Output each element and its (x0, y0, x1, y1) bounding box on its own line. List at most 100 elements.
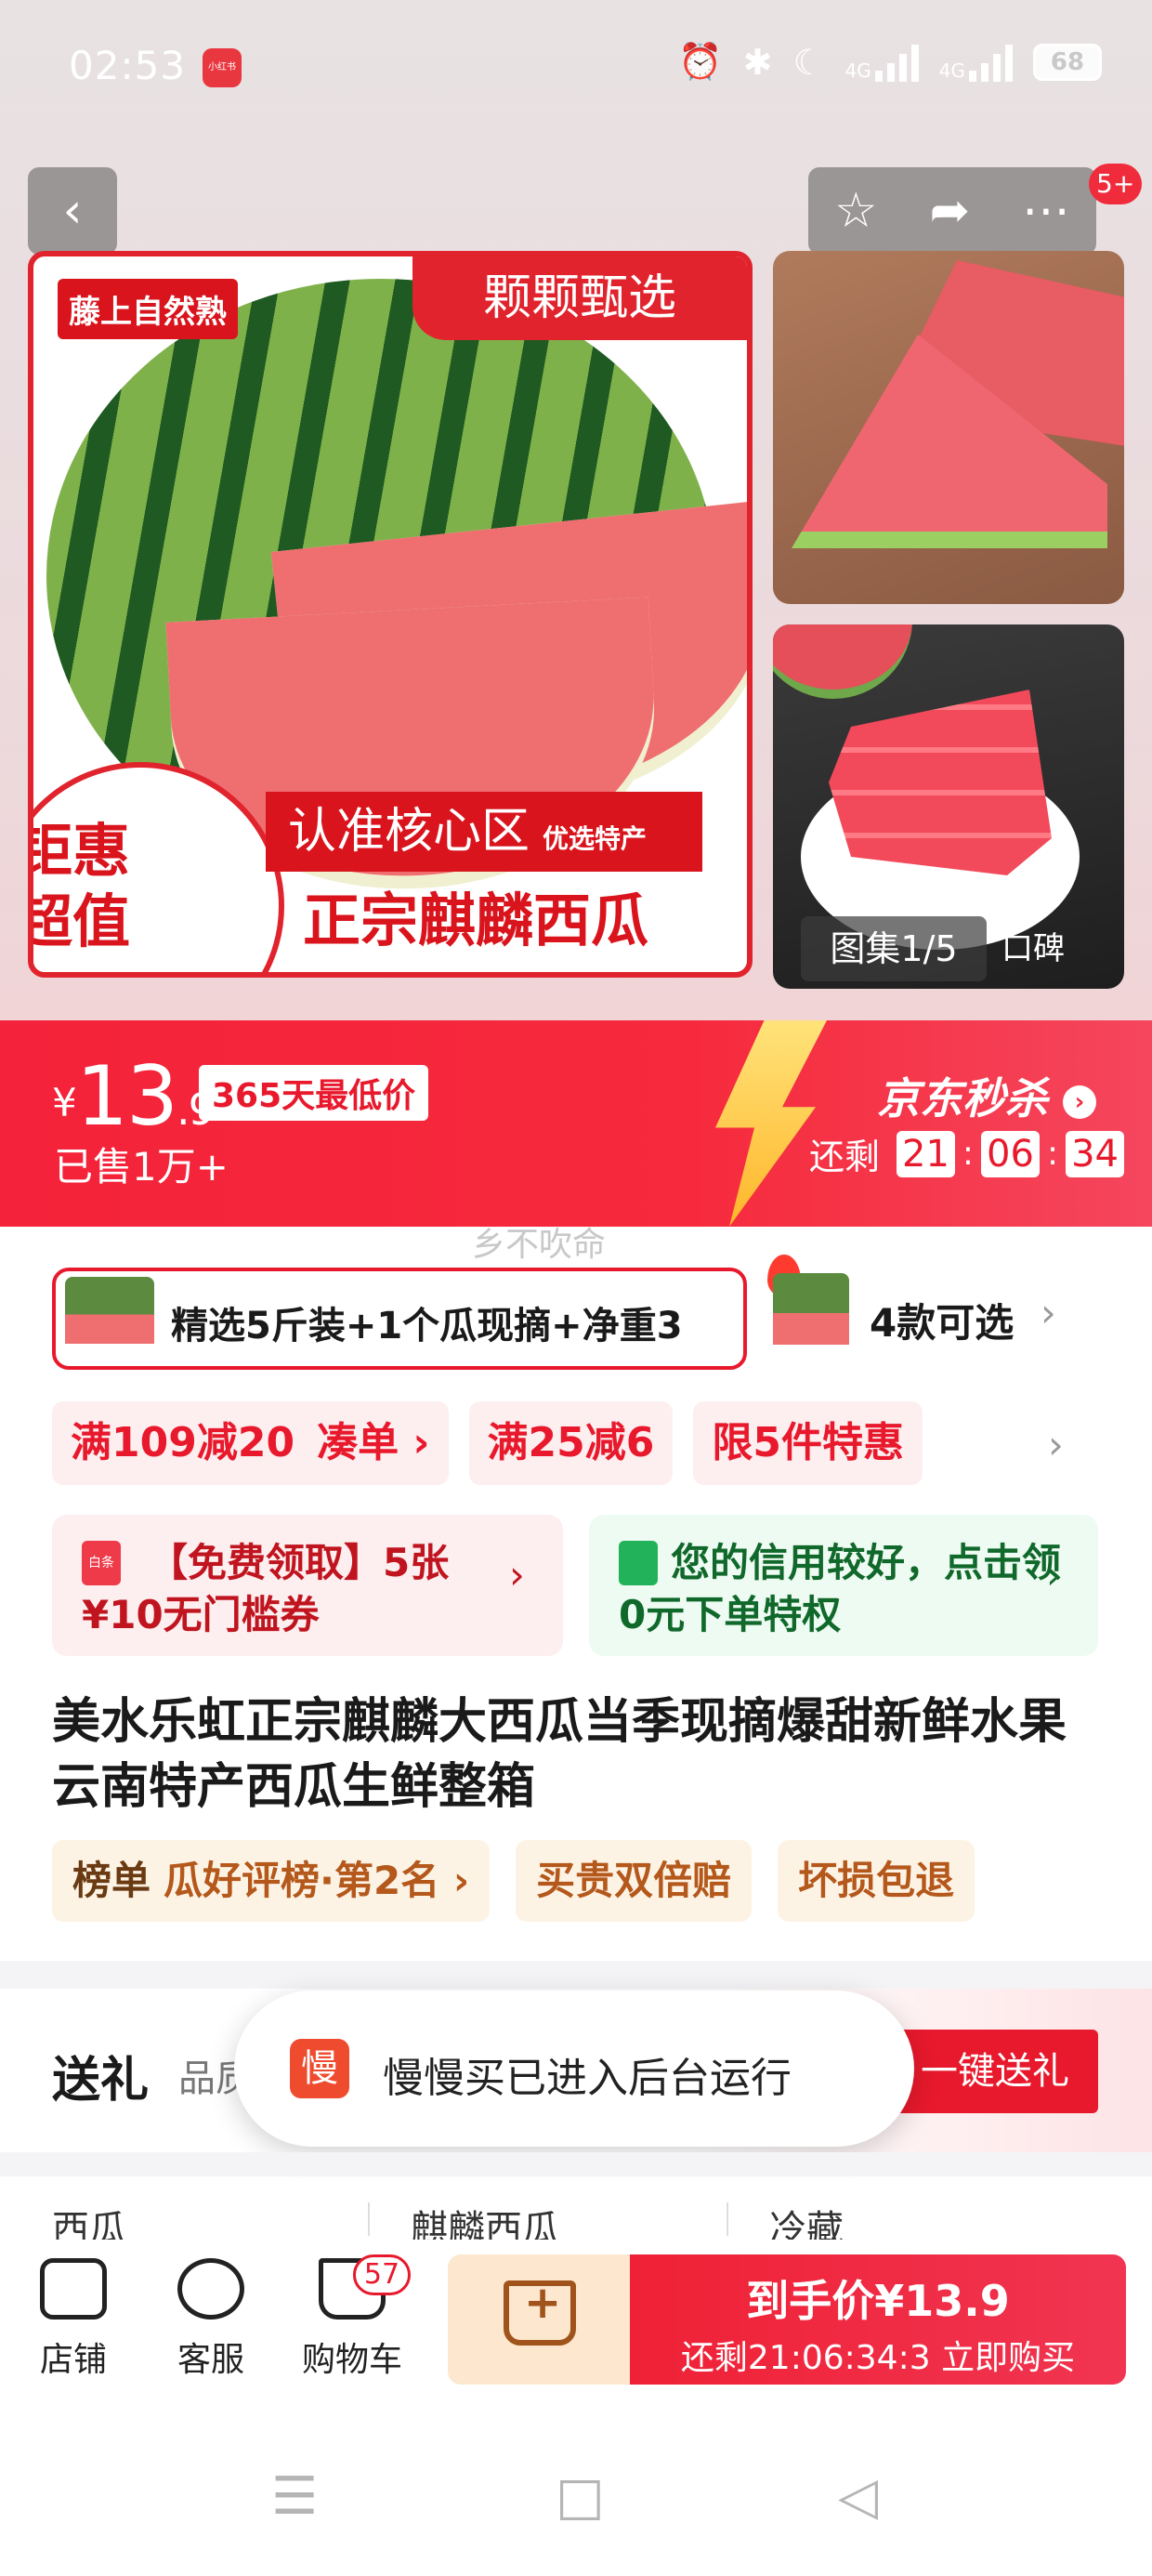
more-icon[interactable]: ⋯ (1022, 183, 1070, 239)
service-label: 客服 (177, 2341, 244, 2379)
shop-icon (40, 2258, 107, 2320)
flash-sale-label: 京东秒杀 (876, 1073, 1048, 1124)
countdown-seconds: 34 (1066, 1130, 1124, 1177)
credit-privilege-card[interactable]: 您的信用较好，点击领0元下单特权 › (589, 1515, 1098, 1656)
related-keyword[interactable]: 麒麟西瓜 (411, 2199, 559, 2245)
variant-selector[interactable]: 精选5斤装+1个瓜现摘+净重3 4款可选 › (0, 1255, 1152, 1375)
customer-service-button[interactable]: 客服 (151, 2258, 271, 2381)
image-bottom-banner: 钜惠 超值 认准核心区优选特产 正宗麒麟西瓜 (33, 740, 747, 972)
section-divider (0, 1961, 1152, 1989)
product-title: 美水乐虹正宗麒麟大西瓜当季现摘爆甜新鲜水果云南特产西瓜生鲜整箱 (52, 1694, 1067, 1815)
jd-flash-sale-link[interactable]: 京东秒杀 › (877, 1065, 1096, 1126)
strip-small: 优选特产 (543, 823, 648, 854)
add-cart-icon (504, 2277, 576, 2346)
flash-sale-price-banner: ¥ 13.9 365天最低价 已售1万+ 京东秒杀 › 还剩 21 : 06 :… (0, 1020, 1152, 1227)
variant-label: 精选5斤装+1个瓜现摘+净重3 (171, 1305, 683, 1347)
sold-count: 已售1万+ (54, 1144, 229, 1189)
strip-text: 认准核心区 (288, 804, 530, 860)
shop-button[interactable]: 店铺 (13, 2258, 134, 2381)
image-circle: 钜惠 超值 (33, 762, 284, 972)
promo-label: 满109减20 (71, 1419, 295, 1466)
guarantee-tag[interactable]: 坏损包退 (778, 1840, 975, 1922)
product-hero: 02:53 小红书 ⏰ ✱ ☾ 4G 4G 68 ‹ ☆ ➦ ⋯ 5+ 藤上自然… (0, 0, 1152, 1020)
favorite-star-icon[interactable]: ☆ (834, 183, 878, 239)
rank-prefix: 榜单 (72, 1858, 151, 1903)
image-strip: 认准核心区 优选特产 (266, 792, 702, 872)
promo-label: 满25减6 (487, 1419, 655, 1466)
watermark-text: 乡不吹命 (472, 1226, 607, 1264)
price: 13.9 (76, 1048, 216, 1144)
selected-variant-chip[interactable]: 精选5斤装+1个瓜现摘+净重3 (52, 1255, 801, 1370)
variant-thumbnail[interactable] (773, 1273, 849, 1362)
battery-icon: 68 (1033, 43, 1102, 81)
related-keyword[interactable]: 西瓜 (52, 2199, 126, 2245)
circle-line2: 超值 (33, 887, 131, 955)
toast-message: 慢慢买已进入后台运行 (383, 2055, 792, 2102)
chevron-right-icon[interactable]: › (1048, 1422, 1064, 1467)
image-corner-banner: 颗颗甄选 (412, 256, 747, 340)
chevron-right-icon: › (509, 1552, 525, 1597)
signal-icon: 4G (845, 43, 919, 82)
moon-icon: ☾ (792, 41, 825, 83)
share-icon[interactable]: ➦ (930, 183, 971, 239)
countdown-minutes: 06 (981, 1130, 1040, 1177)
credit-text: 您的信用较好，点击领0元下单特权 (619, 1540, 1062, 1637)
background-running-toast: 慢 慢慢买已进入后台运行 (234, 1991, 914, 2147)
alarm-icon: ⏰ (678, 41, 723, 82)
promo-label: 限5件特惠 (712, 1419, 905, 1466)
buy-now-subtext: 还剩21:06:34:3 立即购买 (680, 2339, 1076, 2377)
status-icons: ⏰ ✱ ☾ 4G 4G 68 (678, 41, 1102, 83)
back-triangle-icon[interactable]: ◁ (838, 2466, 878, 2527)
status-time: 02:53 (69, 43, 187, 88)
bluetooth-icon: ✱ (742, 41, 773, 83)
promotion-tags: 满109减20 凑单 › 满25减6 限5件特惠 (52, 1401, 923, 1487)
rank-tags: 榜单 瓜好评榜·第2名 › 买贵双倍赔 坏损包退 (52, 1840, 975, 1922)
countdown-label: 还剩 (808, 1137, 880, 1177)
smile-chat-icon (177, 2258, 244, 2320)
chevron-right-icon: › (1063, 1084, 1096, 1119)
related-keyword[interactable]: 冷藏 (769, 2199, 844, 2245)
buy-now-button[interactable]: 到手价¥13.9 还剩21:06:34:3 立即购买 (630, 2254, 1126, 2385)
home-square-icon[interactable]: □ (556, 2466, 605, 2527)
signal2-icon: 4G (939, 43, 1013, 82)
manmanmai-app-icon: 慢 (290, 2039, 349, 2098)
message-badge: 5+ (1089, 164, 1143, 204)
chevron-left-icon: ‹ (62, 183, 83, 239)
coupon-card[interactable]: 白条 【免费领取】5张¥10无门槛券 › (52, 1515, 563, 1656)
chevron-right-icon: › (1046, 1552, 1062, 1597)
status-bar: 02:53 小红书 ⏰ ✱ ☾ 4G 4G 68 (0, 0, 1152, 138)
chevron-right-icon: › (1041, 1290, 1056, 1335)
gift-title: 送礼 (52, 2053, 150, 2109)
ranking-link[interactable]: 榜单 瓜好评榜·第2名 › (52, 1840, 491, 1922)
shop-label: 店铺 (39, 2341, 107, 2379)
promo-tag[interactable]: 限5件特惠 (693, 1401, 923, 1485)
lowest-price-badge: 365天最低价 (199, 1065, 429, 1121)
countdown-hours: 21 (897, 1130, 955, 1177)
back-button[interactable]: ‹ (28, 167, 117, 255)
variant-count[interactable]: 4款可选 (870, 1292, 1014, 1348)
reviews-gallery-link[interactable]: 口碑 (1001, 916, 1120, 981)
buy-now-price: 到手价¥13.9 (746, 2276, 1010, 2326)
section-divider (0, 2152, 1152, 2176)
image-bottom-text: 正宗麒麟西瓜 (303, 887, 649, 954)
system-navigation-bar: ☰ □ ◁ (0, 2411, 1152, 2576)
price-int: 13 (76, 1048, 178, 1144)
rank-text: 瓜好评榜·第2名 › (164, 1858, 470, 1903)
main-product-image[interactable]: 藤上自然熟 颗颗甄选 钜惠 超值 认准核心区优选特产 正宗麒麟西瓜 (28, 251, 753, 978)
cart-count-badge: 57 (353, 2254, 411, 2295)
guarantee-tag[interactable]: 买贵双倍赔 (516, 1840, 753, 1922)
bundle-link[interactable]: 凑单 › (317, 1401, 429, 1485)
add-to-cart-button[interactable] (448, 2254, 630, 2385)
top-actions: ☆ ➦ ⋯ (808, 167, 1096, 255)
circle-line1: 钜惠 (33, 817, 131, 885)
send-gift-button[interactable]: 一键送礼 (892, 2030, 1098, 2113)
variant-thumbnail (65, 1277, 154, 1360)
image-tag: 藤上自然熟 (58, 279, 238, 339)
gallery-thumb-1[interactable] (773, 251, 1124, 604)
lightning-icon (715, 1020, 827, 1227)
gallery-counter[interactable]: 图集1/5 (801, 916, 987, 981)
xiaohongshu-notification-icon: 小红书 (203, 48, 242, 87)
menu-icon[interactable]: ☰ (271, 2466, 318, 2527)
promo-tag[interactable]: 满25减6 (468, 1401, 674, 1485)
promo-tag[interactable]: 满109减20 凑单 › (52, 1401, 449, 1485)
